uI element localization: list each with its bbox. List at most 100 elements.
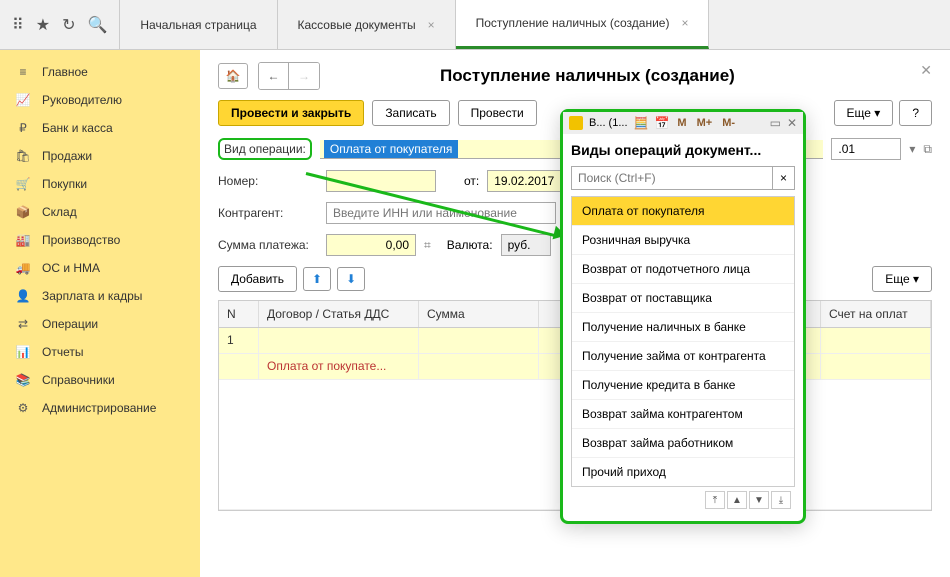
sidebar-item-label: Главное <box>42 65 88 79</box>
nav-icon: 📊 <box>14 345 32 359</box>
calendar-small-icon[interactable]: 📅 <box>654 116 669 130</box>
sidebar-item-label: Банк и касса <box>42 121 113 135</box>
back-button[interactable]: ← <box>259 63 289 89</box>
date-label: от: <box>464 174 479 188</box>
operation-value[interactable]: Оплата от покупателя <box>324 140 458 158</box>
sidebar-item[interactable]: ≡ Главное <box>0 58 200 86</box>
sidebar-item-label: Производство <box>42 233 120 247</box>
add-button[interactable]: Добавить <box>218 266 297 292</box>
nav-icon: 👤 <box>14 289 32 303</box>
option-item[interactable]: Розничная выручка <box>572 226 794 255</box>
sidebar-item-label: Администрирование <box>42 401 156 415</box>
nav-icon: 🏭 <box>14 233 32 247</box>
tabs: Начальная страницаКассовые документы×Пос… <box>120 0 709 49</box>
more-button[interactable]: Еще ▾ <box>834 100 894 126</box>
quick-access: ⠿ ★ ↻ 🔍 <box>0 0 120 49</box>
sidebar: ≡ Главное 📈Руководителю ₽ Банк и касса 🛍Прода… <box>0 50 200 577</box>
nav-icon: 🛒 <box>14 177 32 191</box>
nav-icon: ₽ <box>14 121 32 135</box>
sidebar-item[interactable]: 📊 Отчеты <box>0 338 200 366</box>
popup-search-input[interactable] <box>571 166 773 190</box>
option-item[interactable]: Возврат от поставщика <box>572 284 794 313</box>
sidebar-item-label: ОС и НМА <box>42 261 100 275</box>
nav-icon: 📈 <box>14 93 32 107</box>
scroll-up-icon[interactable]: ▲ <box>727 491 747 509</box>
close-icon[interactable]: ✕ <box>920 62 932 79</box>
sidebar-item-label: Продажи <box>42 149 92 163</box>
option-item[interactable]: Получение займа от контрагента <box>572 342 794 371</box>
operation-label: Вид операции: <box>224 142 306 156</box>
counterparty-label: Контрагент: <box>218 206 318 220</box>
mem-m[interactable]: M <box>675 117 688 129</box>
nav-icon: ⇄ <box>14 317 32 331</box>
sidebar-item[interactable]: 🛍Продажи <box>0 142 200 170</box>
tab[interactable]: Начальная страница <box>120 0 277 49</box>
dropdown-icon[interactable]: ▾ <box>909 142 915 156</box>
right-field[interactable] <box>831 138 901 160</box>
option-item[interactable]: Возврат от подотчетного лица <box>572 255 794 284</box>
open-icon[interactable]: ⧉ <box>923 142 932 157</box>
option-item[interactable]: Оплата от покупателя <box>572 197 794 226</box>
post-and-close-button[interactable]: Провести и закрыть <box>218 100 364 126</box>
sidebar-item-label: Склад <box>42 205 77 219</box>
scroll-down-icon[interactable]: ▼ <box>749 491 769 509</box>
history-icon[interactable]: ↻ <box>62 15 75 35</box>
mem-mplus[interactable]: M+ <box>695 117 715 129</box>
sidebar-item[interactable]: ⇄ Операции <box>0 310 200 338</box>
forward-button[interactable]: → <box>289 63 319 89</box>
nav-icon: 🚚 <box>14 261 32 275</box>
sidebar-item[interactable]: ₽ Банк и касса <box>0 114 200 142</box>
col-sum[interactable]: Сумма <box>419 301 539 327</box>
sidebar-item[interactable]: ⚙ Администрирование <box>0 394 200 422</box>
sidebar-item[interactable]: 🏭 Производство <box>0 226 200 254</box>
sidebar-item[interactable]: 📈Руководителю <box>0 86 200 114</box>
col-invoice[interactable]: Счет на оплат <box>821 301 931 327</box>
sidebar-item[interactable]: 🛒Покупки <box>0 170 200 198</box>
calc-icon[interactable]: 🧮 <box>634 116 649 130</box>
option-item[interactable]: Возврат займа контрагентом <box>572 400 794 429</box>
sidebar-item[interactable]: 🚚 ОС и НМА <box>0 254 200 282</box>
star-icon[interactable]: ★ <box>36 15 50 35</box>
col-contract[interactable]: Договор / Статья ДДС <box>259 301 419 327</box>
scroll-bottom-icon[interactable]: ⤓ <box>771 491 791 509</box>
close-icon[interactable]: × <box>428 18 435 32</box>
tab[interactable]: Кассовые документы× <box>278 0 456 49</box>
clear-search-icon[interactable]: × <box>773 166 795 190</box>
save-button[interactable]: Записать <box>372 100 449 126</box>
search-icon[interactable]: 🔍 <box>87 15 107 35</box>
popup-titlebar[interactable]: В... (1... 🧮 📅 M M+ M- ▭ ✕ <box>563 112 803 134</box>
option-item[interactable]: Возврат займа работником <box>572 429 794 458</box>
sidebar-item[interactable]: 📦 Склад <box>0 198 200 226</box>
calculator-icon[interactable]: ⌗ <box>424 238 431 253</box>
move-up-button[interactable]: ⬆ <box>303 267 331 291</box>
sidebar-item[interactable]: 📚Справочники <box>0 366 200 394</box>
nav-icon: ≡ <box>14 65 32 79</box>
sidebar-item-label: Операции <box>42 317 98 331</box>
option-item[interactable]: Прочий приход <box>572 458 794 486</box>
sum-label: Сумма платежа: <box>218 238 318 252</box>
sum-input[interactable] <box>326 234 416 256</box>
post-button[interactable]: Провести <box>458 100 537 126</box>
popup-footer: ⤒ ▲ ▼ ⤓ <box>571 487 795 513</box>
number-label: Номер: <box>218 174 318 188</box>
table-more-button[interactable]: Еще ▾ <box>872 266 932 292</box>
move-down-button[interactable]: ⬇ <box>337 267 365 291</box>
home-button[interactable]: 🏠 <box>218 63 248 89</box>
nav-icon: 📦 <box>14 205 32 219</box>
sidebar-item[interactable]: 👤Зарплата и кадры <box>0 282 200 310</box>
window-maximize-icon[interactable]: ▭ <box>770 116 781 130</box>
scroll-top-icon[interactable]: ⤒ <box>705 491 725 509</box>
sidebar-item-label: Отчеты <box>42 345 83 359</box>
mem-mminus[interactable]: M- <box>720 117 737 129</box>
close-icon[interactable]: × <box>681 16 688 30</box>
apps-icon[interactable]: ⠿ <box>12 15 24 35</box>
option-item[interactable]: Получение наличных в банке <box>572 313 794 342</box>
nav-icon: ⚙ <box>14 401 32 415</box>
help-button[interactable]: ? <box>899 100 932 126</box>
page-title: Поступление наличных (создание) <box>440 66 735 86</box>
options-list: Оплата от покупателяРозничная выручкаВоз… <box>571 196 795 487</box>
tab[interactable]: Поступление наличных (создание)× <box>456 0 710 49</box>
col-n[interactable]: N <box>219 301 259 327</box>
window-close-icon[interactable]: ✕ <box>787 116 797 130</box>
option-item[interactable]: Получение кредита в банке <box>572 371 794 400</box>
